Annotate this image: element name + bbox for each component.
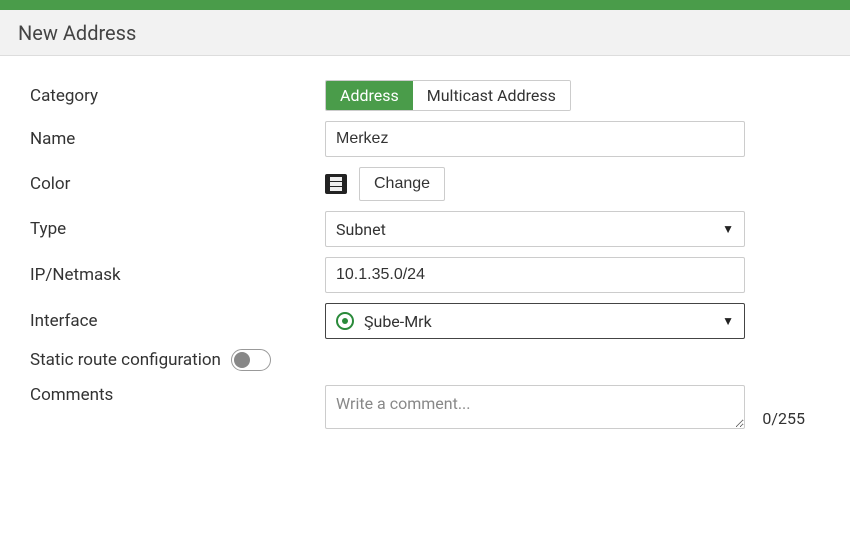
tunnel-icon xyxy=(336,312,354,330)
interface-select[interactable]: Şube-Mrk ▼ xyxy=(325,303,745,339)
chevron-down-icon: ▼ xyxy=(722,222,734,236)
ipnetmask-input[interactable] xyxy=(325,257,745,293)
row-static-route: Static route configuration xyxy=(30,349,826,371)
row-interface: Interface Şube-Mrk ▼ xyxy=(30,303,826,339)
comments-counter: 0/255 xyxy=(762,409,805,428)
comments-textarea[interactable] xyxy=(325,385,745,429)
label-name: Name xyxy=(30,129,325,149)
accent-bar xyxy=(0,0,850,10)
row-ipnetmask: IP/Netmask xyxy=(30,257,826,293)
label-interface: Interface xyxy=(30,311,325,331)
static-route-toggle[interactable] xyxy=(231,349,271,371)
form-area: Category Address Multicast Address Name … xyxy=(0,56,850,468)
chevron-down-icon: ▼ xyxy=(722,314,734,328)
label-ipnetmask: IP/Netmask xyxy=(30,265,325,285)
row-comments: Comments 0/255 xyxy=(30,385,826,434)
row-type: Type Subnet ▼ xyxy=(30,211,826,247)
page-title: New Address xyxy=(18,21,136,45)
category-option-multicast[interactable]: Multicast Address xyxy=(413,81,570,110)
name-input[interactable] xyxy=(325,121,745,157)
interface-select-value: Şube-Mrk xyxy=(364,312,432,331)
category-segmented: Address Multicast Address xyxy=(325,80,571,111)
row-color: Color Change xyxy=(30,167,826,201)
type-select-value: Subnet xyxy=(336,220,386,239)
row-category: Category Address Multicast Address xyxy=(30,80,826,111)
label-static-route: Static route configuration xyxy=(30,350,221,370)
title-bar: New Address xyxy=(0,10,850,56)
row-name: Name xyxy=(30,121,826,157)
change-color-button[interactable]: Change xyxy=(359,167,445,201)
label-type: Type xyxy=(30,219,325,239)
category-option-address[interactable]: Address xyxy=(326,81,413,110)
type-select[interactable]: Subnet ▼ xyxy=(325,211,745,247)
label-category: Category xyxy=(30,86,325,106)
color-swatch-icon xyxy=(325,174,347,194)
label-color: Color xyxy=(30,174,325,194)
label-comments: Comments xyxy=(30,385,325,405)
